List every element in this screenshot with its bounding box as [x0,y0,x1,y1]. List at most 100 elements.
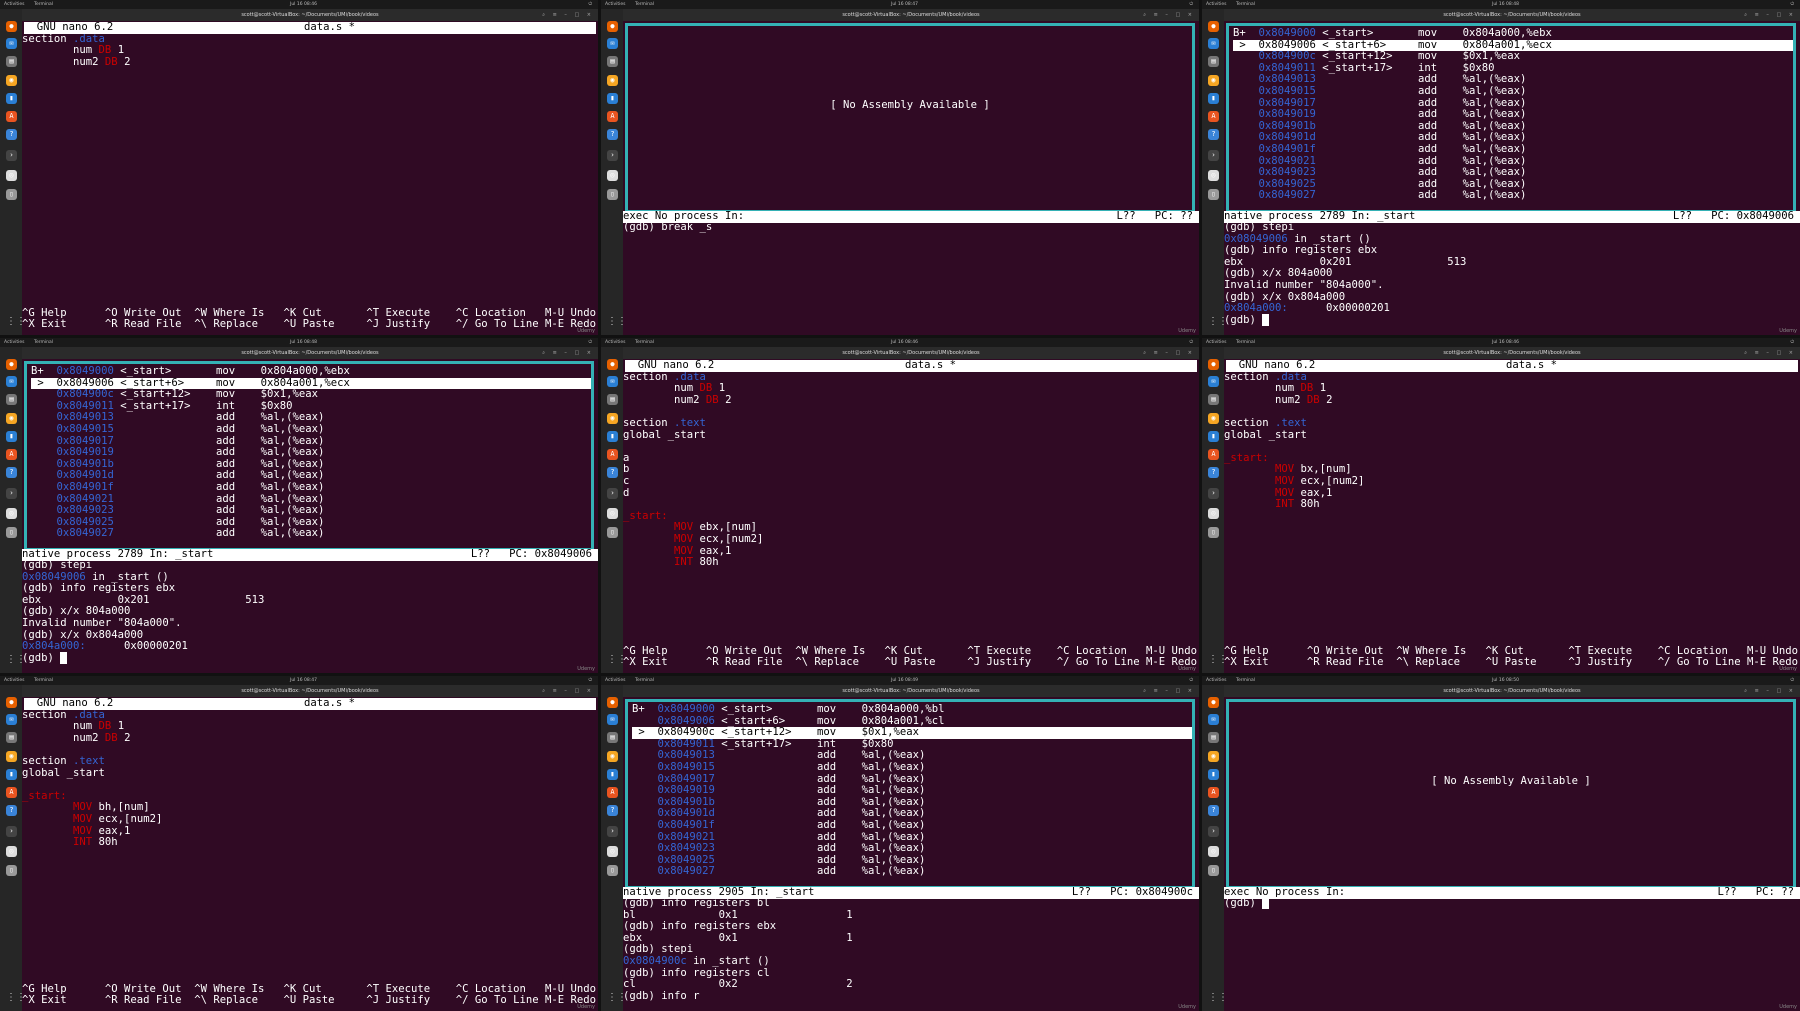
writer-icon[interactable]: ▮ [6,769,17,780]
app-menu-terminal[interactable]: Terminal [34,0,53,9]
system-tray[interactable]: ⏻ [1790,338,1794,347]
terminal-icon[interactable]: › [6,488,17,499]
writer-icon[interactable]: ▮ [1208,431,1219,442]
help-icon[interactable]: ? [1208,467,1219,478]
terminal-area[interactable]: [ No Assembly Available ] exec No process… [1224,697,1800,1011]
software-icon[interactable]: A [6,449,17,460]
gdb-command-area[interactable]: (gdb) break _s [623,221,1199,234]
rhythmbox-icon[interactable]: ◉ [6,413,17,424]
firefox-icon[interactable]: ● [1208,697,1219,708]
app-menu-terminal[interactable]: Terminal [34,676,53,685]
files-icon[interactable]: ▤ [6,56,17,67]
disc-icon[interactable]: ◎ [6,846,17,857]
terminal-icon[interactable]: › [1208,826,1219,837]
thunderbird-icon[interactable]: ✉ [6,38,17,49]
clock[interactable]: Jul 16 08:46 [290,0,317,9]
system-tray[interactable]: ⏻ [1189,338,1193,347]
system-tray[interactable]: ⏻ [588,0,592,9]
clock[interactable]: Jul 16 08:49 [891,676,918,685]
writer-icon[interactable]: ▮ [1208,769,1219,780]
files-icon[interactable]: ▤ [607,56,618,67]
terminal-icon[interactable]: › [6,826,17,837]
clock[interactable]: Jul 16 08:46 [1492,338,1519,347]
window-controls[interactable]: ⌕ ≡ – □ × [1143,9,1195,21]
clock[interactable]: Jul 16 08:48 [290,338,317,347]
help-icon[interactable]: ? [6,129,17,140]
activities-button[interactable]: Activities [1206,338,1227,347]
writer-icon[interactable]: ▮ [6,93,17,104]
thunderbird-icon[interactable]: ✉ [607,714,618,725]
firefox-icon[interactable]: ● [607,359,618,370]
software-icon[interactable]: A [607,787,618,798]
help-icon[interactable]: ? [6,467,17,478]
help-icon[interactable]: ? [607,467,618,478]
help-icon[interactable]: ? [1208,129,1219,140]
trash-icon[interactable]: ▯ [1208,527,1219,538]
system-tray[interactable]: ⏻ [1189,676,1193,685]
activities-button[interactable]: Activities [1206,0,1227,9]
terminal-icon[interactable]: › [1208,150,1219,161]
activities-button[interactable]: Activities [605,0,626,9]
terminal-area[interactable]: GNU nano 6.2 data.s * section .data num DB… [22,697,598,1011]
terminal-area[interactable]: GNU nano 6.2 data.s * section .data num DB… [1224,359,1800,673]
terminal-area[interactable]: B+ 0x8049000 <_start> mov 0x804a000,%ebx… [22,359,598,673]
nano-shortcuts-row-2[interactable]: ^X Exit ^R Read File ^\ Replace ^U Paste… [1224,657,1800,669]
rhythmbox-icon[interactable]: ◉ [607,751,618,762]
app-menu-terminal[interactable]: Terminal [1236,0,1255,9]
files-icon[interactable]: ▤ [607,394,618,405]
gdb-command-area[interactable]: (gdb) stepi 0x08049006 in _start () (gdb) … [1224,221,1800,326]
software-icon[interactable]: A [1208,449,1219,460]
writer-icon[interactable]: ▮ [607,431,618,442]
activities-button[interactable]: Activities [1206,676,1227,685]
window-controls[interactable]: ⌕ ≡ – □ × [542,9,594,21]
firefox-icon[interactable]: ● [6,21,17,32]
help-icon[interactable]: ? [607,805,618,816]
clock[interactable]: Jul 16 08:46 [891,338,918,347]
system-tray[interactable]: ⏻ [1790,676,1794,685]
terminal-icon[interactable]: › [1208,488,1219,499]
gdb-command-area[interactable]: (gdb) _ [1224,897,1800,910]
disc-icon[interactable]: ◎ [6,170,17,181]
rhythmbox-icon[interactable]: ◉ [1208,413,1219,424]
disc-icon[interactable]: ◎ [607,170,618,181]
app-menu-terminal[interactable]: Terminal [635,676,654,685]
app-menu-terminal[interactable]: Terminal [1236,338,1255,347]
software-icon[interactable]: A [607,449,618,460]
terminal-icon[interactable]: › [607,150,618,161]
help-icon[interactable]: ? [6,805,17,816]
window-controls[interactable]: ⌕ ≡ – □ × [542,685,594,697]
files-icon[interactable]: ▤ [1208,394,1219,405]
firefox-icon[interactable]: ● [1208,21,1219,32]
software-icon[interactable]: A [1208,787,1219,798]
firefox-icon[interactable]: ● [6,697,17,708]
terminal-icon[interactable]: › [6,150,17,161]
disc-icon[interactable]: ◎ [1208,846,1219,857]
disc-icon[interactable]: ◎ [607,508,618,519]
trash-icon[interactable]: ▯ [6,865,17,876]
software-icon[interactable]: A [6,111,17,122]
nano-shortcuts-row-2[interactable]: ^X Exit ^R Read File ^\ Replace ^U Paste… [623,657,1199,669]
gdb-command-area[interactable]: (gdb) stepi 0x08049006 in _start () (gdb) … [22,559,598,664]
files-icon[interactable]: ▤ [1208,732,1219,743]
clock[interactable]: Jul 16 08:47 [891,0,918,9]
disc-icon[interactable]: ◎ [1208,170,1219,181]
disc-icon[interactable]: ◎ [6,508,17,519]
trash-icon[interactable]: ▯ [6,527,17,538]
activities-button[interactable]: Activities [605,338,626,347]
writer-icon[interactable]: ▮ [607,93,618,104]
software-icon[interactable]: A [1208,111,1219,122]
files-icon[interactable]: ▤ [1208,56,1219,67]
thunderbird-icon[interactable]: ✉ [1208,38,1219,49]
rhythmbox-icon[interactable]: ◉ [1208,751,1219,762]
app-menu-terminal[interactable]: Terminal [635,338,654,347]
thunderbird-icon[interactable]: ✉ [1208,376,1219,387]
rhythmbox-icon[interactable]: ◉ [6,751,17,762]
activities-button[interactable]: Activities [4,0,25,9]
files-icon[interactable]: ▤ [607,732,618,743]
system-tray[interactable]: ⏻ [1189,0,1193,9]
trash-icon[interactable]: ▯ [607,865,618,876]
firefox-icon[interactable]: ● [6,359,17,370]
activities-button[interactable]: Activities [4,676,25,685]
thunderbird-icon[interactable]: ✉ [1208,714,1219,725]
activities-button[interactable]: Activities [605,676,626,685]
